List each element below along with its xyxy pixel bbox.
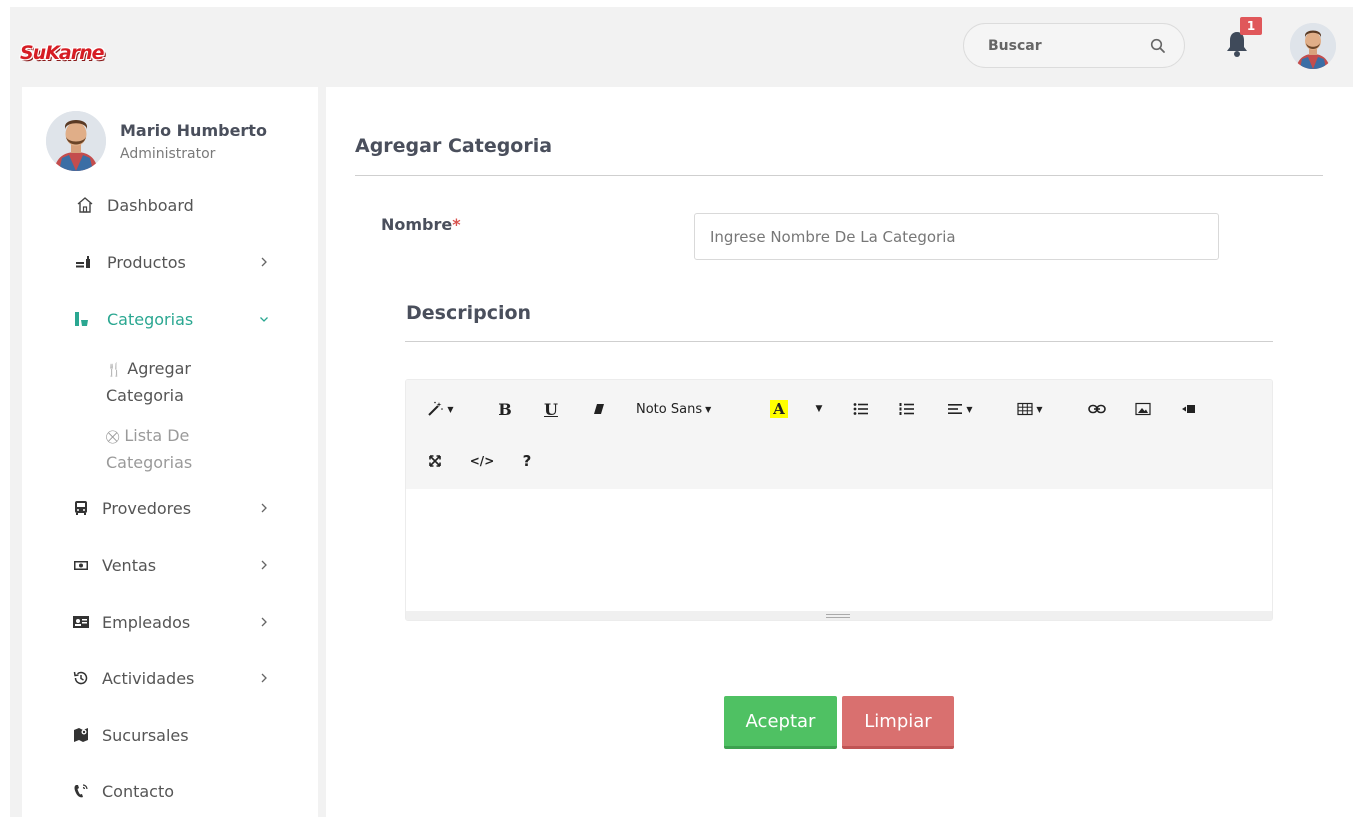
brand-logo[interactable]: SuKarne: [20, 37, 105, 69]
description-title: Descripcion: [406, 302, 532, 324]
chevron-right-icon: [261, 560, 267, 570]
accept-button[interactable]: Aceptar: [724, 696, 837, 749]
name-label: Nombre*: [381, 215, 461, 234]
sidebar-item-ventas[interactable]: Ventas: [22, 545, 318, 585]
code-view-button[interactable]: </>: [468, 450, 496, 472]
chevron-right-icon: [261, 503, 267, 513]
cutlery-icon: 🍴: [106, 363, 123, 378]
align-left-icon: [948, 404, 963, 414]
history-icon: [72, 669, 90, 687]
sidebar-item-categorias[interactable]: Categorias: [22, 299, 318, 339]
notification-badge: 1: [1240, 17, 1262, 35]
id-card-icon: [72, 613, 90, 631]
sidebar-item-actividades[interactable]: Actividades: [22, 658, 318, 698]
grip-icon: [826, 614, 850, 618]
image-icon: [1135, 402, 1151, 416]
submenu-item-label: Agregar: [127, 359, 191, 378]
clear-format-button[interactable]: [588, 398, 610, 420]
link-icon: [1088, 404, 1106, 414]
sidebar-item-label: Categorias: [107, 309, 194, 329]
submenu-item-label: Categorias: [106, 453, 193, 472]
categories-icon: [73, 310, 91, 328]
submenu-item-lista-de-categorias[interactable]: ⛒ Lista De Categorias: [106, 423, 256, 475]
sidebar-item-label: Productos: [107, 252, 186, 272]
brand-logo-text: SuKarne: [20, 42, 105, 64]
sidebar-item-productos[interactable]: Productos: [22, 242, 318, 282]
submenu-item-label: Categoria: [106, 386, 184, 405]
search-box: [963, 23, 1185, 68]
underline-button[interactable]: U: [540, 398, 562, 420]
home-icon: [76, 196, 94, 214]
editor-content-area[interactable]: [406, 489, 1272, 611]
avatar[interactable]: [1290, 23, 1336, 69]
search-input[interactable]: [988, 36, 1138, 56]
sidebar-item-label: Sucursales: [102, 725, 189, 745]
sidebar-item-label: Ventas: [102, 555, 157, 575]
divider: [355, 175, 1323, 176]
insert-video-button[interactable]: [1178, 398, 1200, 420]
user-name: Mario Humberto: [120, 121, 267, 140]
editor-toolbar: ▼ B U Noto Sans ▼ A ▼ ▼ ▼ </> ?: [406, 380, 1272, 489]
highlight-color-icon: A: [770, 400, 788, 418]
sidebar-item-label: Actividades: [102, 668, 195, 688]
bold-button[interactable]: B: [494, 398, 516, 420]
products-icon: [75, 253, 93, 271]
avatar[interactable]: [46, 111, 106, 171]
category-name-input[interactable]: [694, 213, 1219, 260]
unordered-list-icon: [853, 403, 868, 415]
list-icon: ⛒: [106, 430, 120, 445]
video-icon: [1182, 405, 1195, 413]
sidebar-item-dashboard[interactable]: Dashboard: [22, 185, 318, 225]
table-button[interactable]: ▼: [1012, 398, 1048, 420]
user-role: Administrator: [120, 146, 216, 162]
sidebar-item-contacto[interactable]: Contacto: [22, 771, 318, 811]
page-title: Agregar Categoria: [355, 135, 553, 157]
divider: [405, 341, 1273, 342]
editor-resize-handle[interactable]: [406, 611, 1272, 620]
chevron-right-icon: [261, 257, 267, 267]
bus-icon: [72, 499, 90, 517]
eraser-icon: [594, 404, 604, 414]
font-name-label: Noto Sans: [636, 401, 703, 417]
fullscreen-button[interactable]: [424, 450, 446, 472]
required-mark: *: [452, 215, 461, 234]
font-family-select[interactable]: Noto Sans ▼: [636, 398, 732, 420]
style-magic-button[interactable]: ▼: [424, 398, 456, 420]
submenu-item-label: Lista De: [124, 426, 190, 445]
color-dropdown-button[interactable]: ▼: [811, 398, 827, 420]
sidebar: Mario Humberto Administrator Dashboard P…: [22, 87, 318, 817]
money-icon: [72, 556, 90, 574]
clear-button[interactable]: Limpiar: [842, 696, 954, 749]
numbered-list-button[interactable]: [896, 398, 918, 420]
sidebar-item-label: Dashboard: [107, 195, 194, 215]
phone-icon: [72, 782, 90, 800]
insert-link-button[interactable]: [1086, 398, 1108, 420]
rich-text-editor: ▼ B U Noto Sans ▼ A ▼ ▼ ▼ </> ?: [405, 379, 1273, 621]
sidebar-item-label: Empleados: [102, 612, 191, 632]
chevron-down-icon: [260, 317, 268, 322]
table-icon: [1017, 402, 1034, 416]
submenu-item-agregar-categoria[interactable]: 🍴 Agregar Categoria: [106, 356, 256, 408]
sidebar-item-label: Contacto: [102, 781, 175, 801]
sidebar-item-sucursales[interactable]: Sucursales: [22, 715, 318, 755]
sidebar-item-provedores[interactable]: Provedores: [22, 488, 318, 528]
sidebar-item-label: Provedores: [102, 498, 192, 518]
highlight-color-button[interactable]: A: [768, 398, 790, 420]
bullet-list-button[interactable]: [850, 398, 872, 420]
search-icon[interactable]: [1150, 38, 1166, 54]
help-button[interactable]: ?: [518, 450, 536, 472]
insert-image-button[interactable]: [1132, 398, 1154, 420]
sidebar-item-empleados[interactable]: Empleados: [22, 602, 318, 642]
chevron-right-icon: [261, 617, 267, 627]
expand-icon: [429, 455, 441, 467]
top-bar: SuKarne 1: [10, 7, 1353, 87]
main-content: Agregar Categoria Nombre* Descripcion ▼ …: [326, 87, 1353, 817]
map-icon: [72, 726, 90, 744]
name-label-text: Nombre: [381, 215, 453, 234]
paragraph-align-button[interactable]: ▼: [942, 398, 978, 420]
magic-wand-icon: [428, 401, 444, 416]
ordered-list-icon: [899, 403, 914, 415]
chevron-right-icon: [261, 673, 267, 683]
